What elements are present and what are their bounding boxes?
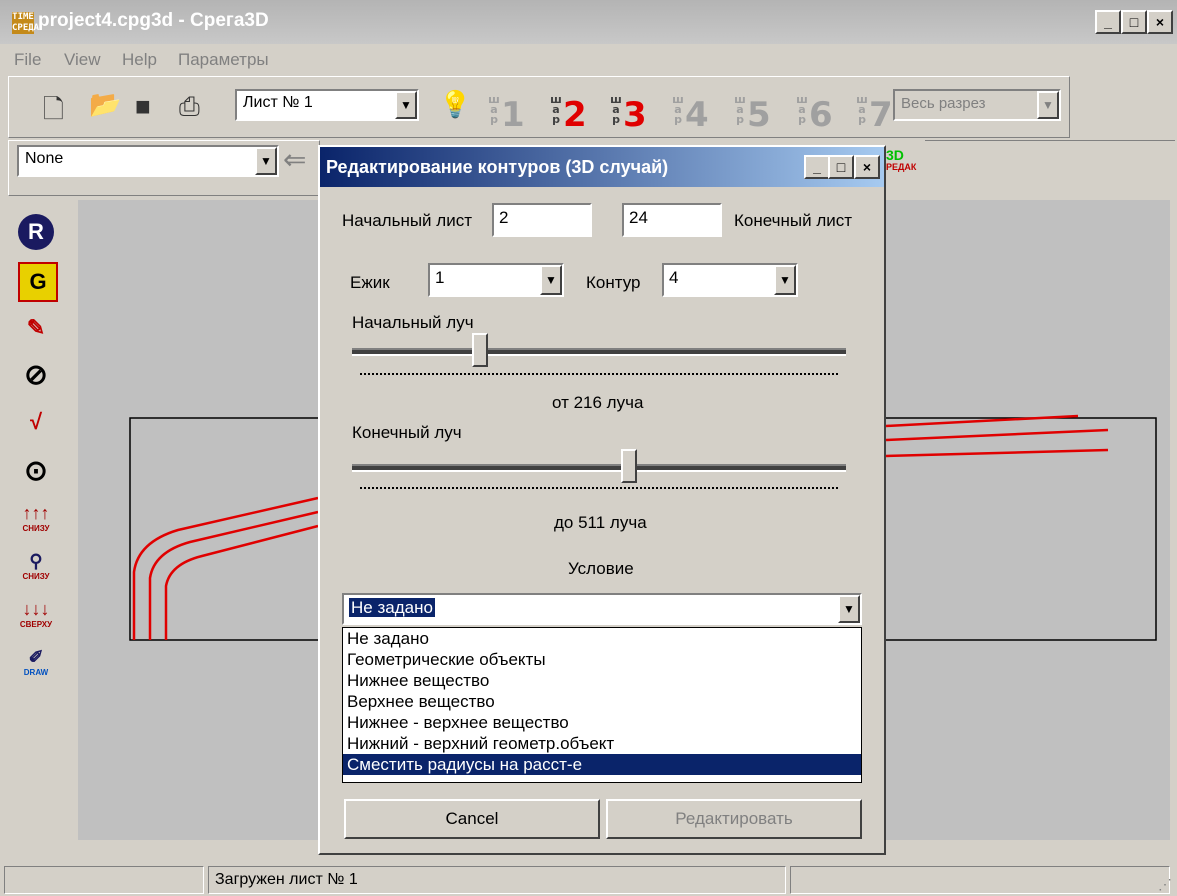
end-ray-value: до 511 луча — [554, 513, 647, 532]
end-sheet-input[interactable]: 24 — [622, 203, 722, 237]
draw-icon[interactable]: ✐ DRAW — [18, 644, 54, 680]
start-ray-track — [352, 348, 846, 356]
chevron-down-icon[interactable]: ▼ — [1037, 91, 1059, 119]
start-sheet-input[interactable]: 2 — [492, 203, 592, 237]
ezhik-label: Ежик — [350, 273, 390, 292]
condition-option[interactable]: Нижнее - верхнее вещество — [343, 712, 861, 733]
minimize-button[interactable]: _ — [1095, 10, 1121, 34]
end-sheet-label: Конечный лист — [734, 211, 853, 230]
g-tool-icon[interactable]: G — [18, 262, 58, 302]
object-select[interactable]: None ▼ — [17, 145, 279, 177]
edit-contours-dialog: Редактирование контуров (3D случай) _ □ … — [318, 145, 886, 855]
chevron-down-icon[interactable]: ▼ — [774, 265, 796, 295]
start-ray-ticks — [360, 373, 838, 377]
condition-option[interactable]: Нижний - верхний геометр.объект — [343, 733, 861, 754]
condition-label: Условие — [568, 559, 634, 578]
layer-6-button[interactable]: ш а р6 — [795, 94, 833, 135]
start-ray-label: Начальный луч — [352, 313, 474, 332]
dialog-minimize-button[interactable]: _ — [804, 155, 830, 179]
layer-4-button[interactable]: ш а р4 — [671, 94, 709, 135]
resize-grip-icon[interactable]: ⋰ — [1158, 876, 1172, 893]
point-circle-icon[interactable]: ⊙ — [18, 452, 54, 488]
chevron-down-icon[interactable]: ▼ — [838, 595, 860, 623]
layer-7-button[interactable]: ш а р7 — [855, 94, 893, 135]
status-bar: Загружен лист № 1 ⋰ — [0, 862, 1177, 896]
menu-parameters[interactable]: Параметры — [178, 50, 269, 70]
arrow-left-icon[interactable]: ⇐ — [283, 143, 306, 176]
status-pane-right — [790, 866, 1170, 894]
3d-edit-mode-button[interactable]: 3D РЕДАК — [886, 148, 926, 188]
edit-button[interactable]: Редактировать — [606, 799, 862, 839]
chevron-down-icon[interactable]: ▼ — [540, 265, 562, 295]
layer-3-button[interactable]: ш а р3 — [609, 94, 647, 135]
condition-select[interactable]: Не задано ▼ — [342, 593, 862, 625]
pencil-icon[interactable]: ✎ — [18, 310, 54, 346]
start-ray-slider[interactable] — [472, 333, 489, 367]
start-ray-value: от 216 луча — [552, 393, 644, 412]
cancel-button[interactable]: Cancel — [344, 799, 600, 839]
object-toolbar: None ▼ ⇐ — [8, 140, 320, 196]
end-ray-label: Конечный луч — [352, 423, 462, 442]
lightbulb-icon[interactable]: 💡 — [439, 89, 471, 120]
dialog-title: Редактирование контуров (3D случай) — [326, 157, 669, 177]
menu-help[interactable]: Help — [122, 50, 157, 70]
condition-option[interactable]: Не задано — [343, 628, 861, 649]
close-button[interactable]: × — [1147, 10, 1173, 34]
layer-1-button[interactable]: ш а р1 — [487, 94, 525, 135]
new-file-icon[interactable]: 🗋 — [43, 91, 64, 135]
status-pane-empty — [4, 866, 204, 894]
main-toolbar: 🗋 📂 ■ ⎙ Лист № 1 ▼ 💡 ш а р1 ш а р2 ш а р… — [8, 76, 1070, 138]
arrows-down-icon[interactable]: ↓↓↓ СВЕРХУ — [18, 596, 54, 632]
menu-bar: File View Help Параметры — [0, 44, 1177, 74]
toolbar-divider — [925, 140, 1175, 197]
zoom-bottom-icon[interactable]: ⚲ СНИЗУ — [18, 548, 54, 584]
chevron-down-icon[interactable]: ▼ — [255, 147, 277, 175]
chevron-down-icon[interactable]: ▼ — [395, 91, 417, 119]
condition-option[interactable]: Геометрические объекты — [343, 649, 861, 670]
condition-options: Не задано Геометрические объекты Нижнее ве… — [343, 628, 861, 775]
condition-option[interactable]: Верхнее вещество — [343, 691, 861, 712]
kontur-label: Контур — [586, 273, 641, 292]
app-logo-icon: TIME СРЕДА — [12, 12, 40, 34]
start-sheet-label: Начальный лист — [342, 211, 472, 230]
end-ray-track — [352, 464, 846, 472]
menu-file[interactable]: File — [14, 50, 41, 70]
r-tool-icon[interactable]: R — [18, 214, 54, 250]
condition-option[interactable]: Сместить радиусы на расст-е — [343, 754, 861, 775]
condition-dropdown-list: Не задано Геометрические объекты Нижнее ве… — [342, 627, 862, 783]
condition-option[interactable]: Нижнее вещество — [343, 670, 861, 691]
node-edit-icon[interactable]: ⊘ — [18, 356, 54, 392]
layer-5-button[interactable]: ш а р5 — [733, 94, 771, 135]
vertex-pencil-icon[interactable]: √ — [18, 404, 54, 440]
sheet-select[interactable]: Лист № 1 ▼ — [235, 89, 419, 121]
status-message: Загружен лист № 1 — [208, 866, 786, 894]
dialog-close-button[interactable]: × — [854, 155, 880, 179]
end-ray-slider[interactable] — [620, 449, 637, 483]
maximize-button[interactable]: □ — [1121, 10, 1147, 34]
layer-2-button[interactable]: ш а р2 — [549, 94, 587, 135]
left-toolbar: R G ✎ ⊘ √ ⊙ ↑↑↑ СНИЗУ ⚲ СНИЗУ ↓↓↓ СВЕРХУ ✐ D… — [6, 200, 68, 860]
end-ray-ticks — [360, 487, 838, 491]
window-title: project4.cpg3d - Срeга3D — [38, 10, 269, 31]
dialog-maximize-button[interactable]: □ — [828, 155, 854, 179]
dialog-title-bar[interactable]: Редактирование контуров (3D случай) _ □ … — [320, 147, 884, 187]
arrows-up-icon[interactable]: ↑↑↑ СНИЗУ — [18, 500, 54, 536]
save-icon[interactable]: ■ — [135, 91, 151, 122]
open-folder-icon[interactable]: 📂 — [89, 89, 121, 120]
title-bar[interactable]: TIME СРЕДА project4.cpg3d - Срeга3D _ □ … — [0, 0, 1177, 44]
ezhik-select[interactable]: 1 ▼ — [428, 263, 564, 297]
menu-view[interactable]: View — [64, 50, 101, 70]
section-select[interactable]: Весь разрез ▼ — [893, 89, 1061, 121]
kontur-select[interactable]: 4 ▼ — [662, 263, 798, 297]
print-icon[interactable]: ⎙ — [179, 91, 200, 123]
